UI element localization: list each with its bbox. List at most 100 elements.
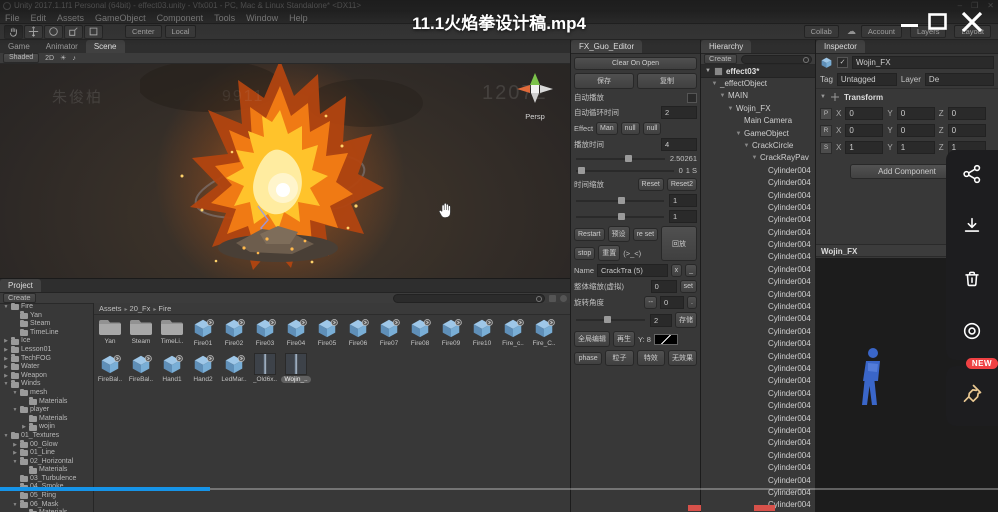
foldout-arrow-icon[interactable]: ▼ [3,432,9,441]
project-tree-item[interactable]: 03_Turbulence [0,474,93,484]
hierarchy-item[interactable]: Cylinder004 [701,289,815,301]
dot-button[interactable]: . [687,296,697,309]
scene-orientation-gizmo[interactable]: Persp [512,72,558,121]
hierarchy-item[interactable]: Cylinder004 [701,400,815,412]
asset-item[interactable]: Yan [96,317,124,347]
asset-item[interactable]: Fire07 [375,317,403,347]
hierarchy-item[interactable]: ▼ CrackCircle [701,140,815,152]
hierarchy-item[interactable]: Main Camera [701,115,815,127]
scene-viewport[interactable]: 朱俊柏 9911 12072 Persp [0,64,570,278]
foldout-arrow-icon[interactable]: ▼ [751,152,758,164]
time-slider[interactable] [576,154,665,162]
hierarchy-item[interactable]: Cylinder004 [701,251,815,263]
foldout-arrow-icon[interactable]: ▶ [12,441,18,450]
save-button[interactable]: 保存 [574,73,634,89]
hierarchy-item[interactable]: Cylinder004 [701,363,815,375]
hierarchy-item[interactable]: Cylinder004 [701,227,815,239]
crumb[interactable]: Assets [99,304,128,313]
foldout-arrow-icon[interactable]: ▶ [3,363,9,372]
z-field[interactable]: 0 [947,107,986,120]
view-tab[interactable]: Scene [85,40,125,53]
asset-item[interactable]: Fire01 [189,317,217,347]
reset2-button[interactable]: Reset2 [666,178,697,191]
asset-item[interactable]: Hand1 [158,353,186,383]
asset-item[interactable]: Fire_C.. [530,317,558,347]
lighting-toggle-icon[interactable]: ☀ [60,54,66,62]
trash-icon[interactable] [961,268,983,295]
scene-asset-row[interactable]: ▼ effect03* [701,65,815,78]
hierarchy-item[interactable]: Cylinder004 [701,425,815,437]
project-tree-item[interactable]: ▼ 06_Mask [0,500,93,510]
scale-slider-2[interactable] [576,212,664,220]
x-field[interactable]: 0 [845,107,884,120]
lock-icon[interactable] [560,294,567,302]
reset-small-button[interactable]: re set [632,227,659,241]
asset-item[interactable]: FireBal.. [96,353,124,383]
project-tree-item[interactable]: ▶ 01_Line [0,448,93,458]
x-field[interactable]: 1 [845,141,884,154]
asset-item[interactable]: Fire09 [437,317,465,347]
minus-button[interactable]: -- [644,296,658,309]
foldout-arrow-icon[interactable]: ▶ [3,372,9,381]
copy-button[interactable]: 复制 [637,73,697,89]
hierarchy-item[interactable]: Cylinder004 [701,462,815,474]
view-tab[interactable]: Animator [38,40,86,53]
hierarchy-item[interactable]: Cylinder004 [701,190,815,202]
asset-item[interactable]: Wojin_.. [281,353,311,383]
project-tree-item[interactable]: Materials [0,397,93,407]
view-tab[interactable]: Game [0,40,38,53]
share-icon[interactable] [961,163,983,190]
clear-on-open-button[interactable]: Clear On Open [574,57,697,70]
foldout-arrow-icon[interactable]: ▼ [12,389,18,398]
hierarchy-item[interactable]: Cylinder004 [701,388,815,400]
foldout-arrow-icon[interactable]: ▼ [743,140,750,152]
stop-button[interactable]: stop [574,246,596,260]
project-create-button[interactable]: Create [3,293,36,303]
project-tree-item[interactable]: ▶ TechFOG [0,354,93,364]
asset-item[interactable]: Fire02 [220,317,248,347]
project-search-input[interactable] [393,293,545,303]
asset-item[interactable]: Fire08 [406,317,434,347]
y-field[interactable]: 0 [896,107,935,120]
foldout-arrow-icon[interactable]: ▶ [21,423,27,432]
hierarchy-item[interactable]: Cylinder004 [701,351,815,363]
hierarchy-item[interactable]: Cylinder004 [701,326,815,338]
foldout-arrow-icon[interactable]: ▶ [3,355,9,364]
project-tree-item[interactable]: ▶ wojin [0,423,93,432]
underscore-button[interactable]: _ [685,264,697,277]
effect-null2-button[interactable]: null [642,122,662,135]
play-time-field[interactable]: 4 [661,138,697,151]
reset-button[interactable]: Reset [637,178,664,191]
foldout-arrow-icon[interactable]: ▶ [12,449,18,458]
asset-item[interactable]: FireBal.. [127,353,155,383]
object-name-field[interactable]: Wojin_FX [852,56,994,69]
hierarchy-item[interactable]: ▼ Wojin_FX [701,103,815,115]
foldout-arrow-icon[interactable]: ▼ [735,128,742,140]
hierarchy-item[interactable]: Cylinder004 [701,450,815,462]
inspector-tab[interactable]: Inspector [816,40,865,53]
hierarchy-search-input[interactable] [740,54,812,64]
tag-dropdown[interactable]: Untagged [836,73,897,86]
hierarchy-item[interactable]: Cylinder004 [701,165,815,177]
2d-toggle[interactable]: 2D [45,55,54,62]
layer-dropdown[interactable]: De [924,73,994,86]
global-edit-button[interactable]: 全局编辑 [574,331,610,347]
hierarchy-tab[interactable]: Hierarchy [701,40,752,53]
x-field[interactable]: 0 [845,124,884,137]
asset-item[interactable]: _Old6x.. [251,353,279,383]
asset-item[interactable]: Fire03 [251,317,279,347]
crumb[interactable]: 20_Fx [130,304,157,313]
effect-null-button[interactable]: null [620,122,640,135]
project-tree-item[interactable]: ▼ Fire [0,303,93,312]
regen-button[interactable]: 再生 [613,331,635,347]
asset-item[interactable]: Steam [127,317,155,347]
y-field[interactable]: 1 [896,141,935,154]
project-tree-item[interactable]: ▼ player [0,405,93,415]
project-tree-item[interactable]: ▼ Winds [0,380,93,389]
project-tree-item[interactable]: TimeLine [0,328,93,338]
project-tree-item[interactable]: ▼ mesh [0,388,93,398]
preset-button[interactable]: 预设 [607,226,630,242]
rotate-field[interactable]: 0 [660,296,685,309]
foldout-arrow-icon[interactable]: ▼ [12,458,18,467]
active-checkbox[interactable]: ✓ [837,57,848,68]
